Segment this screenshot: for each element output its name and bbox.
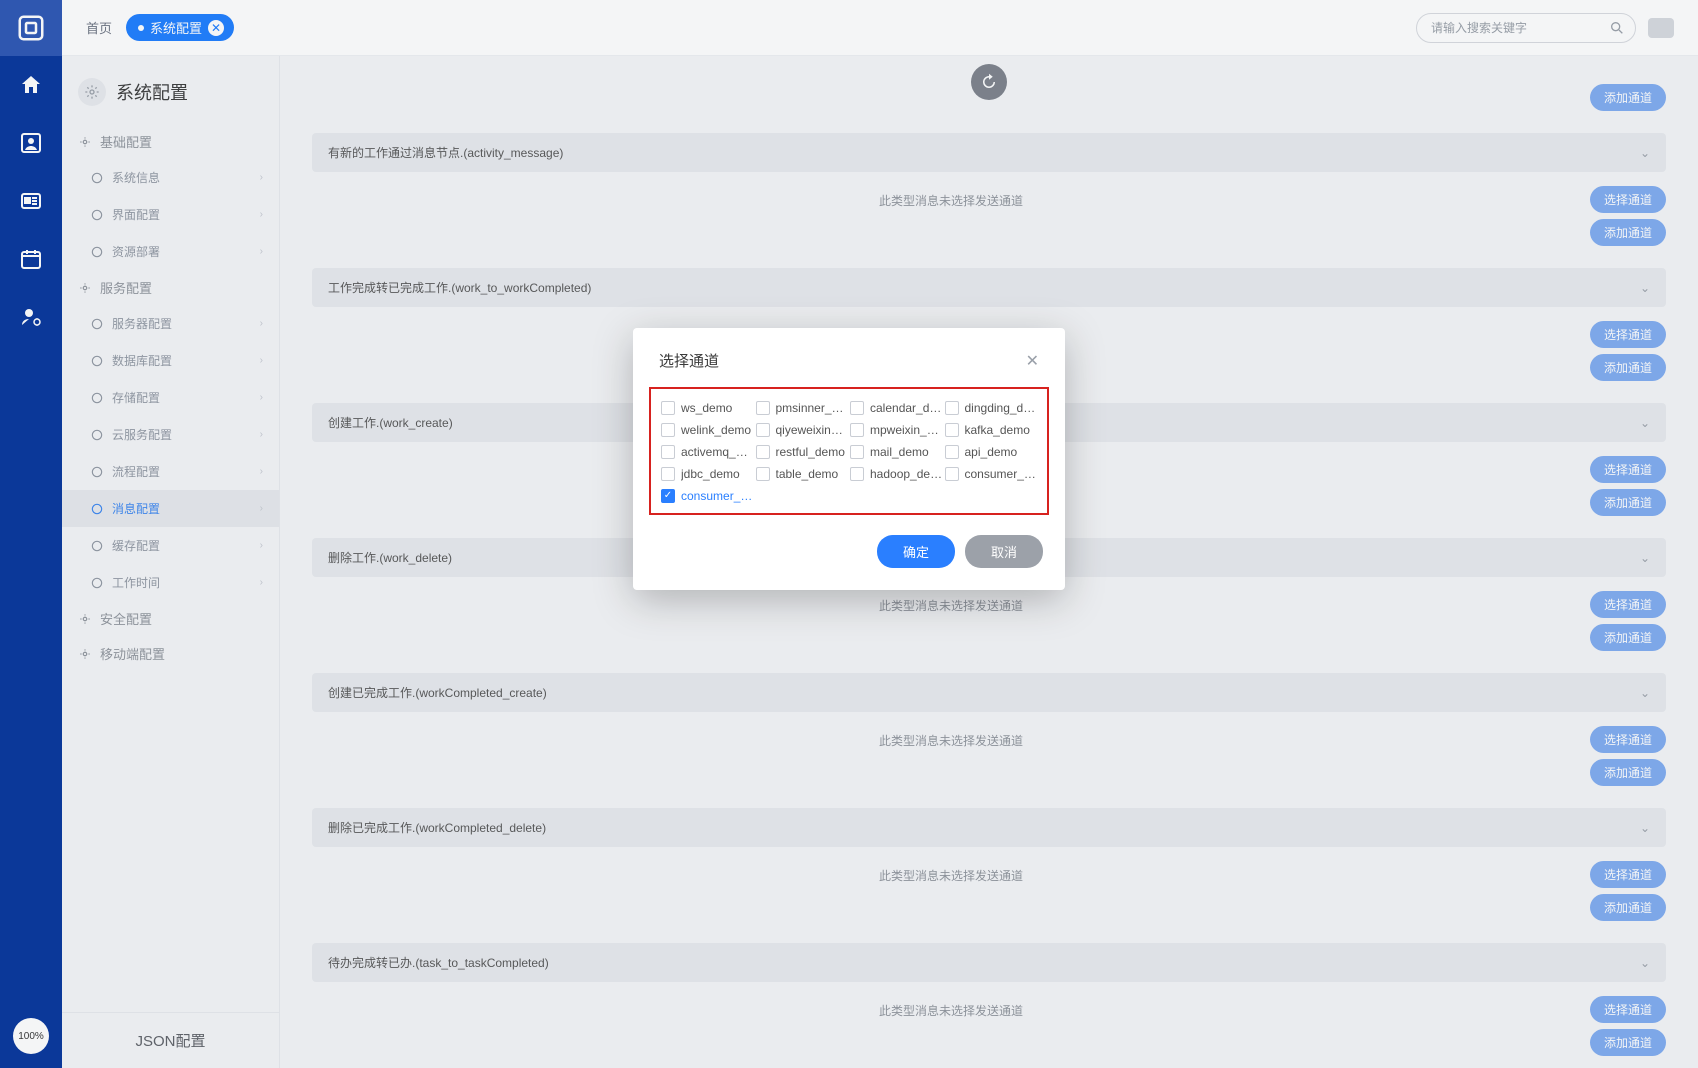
channel-checkbox[interactable]: activemq_demo — [661, 445, 754, 459]
checkbox-icon — [661, 401, 675, 415]
channel-checkbox[interactable]: ws_demo — [661, 401, 754, 415]
checkbox-icon — [945, 401, 959, 415]
checkbox-icon — [945, 467, 959, 481]
channel-checkbox[interactable]: dingding_demo — [945, 401, 1038, 415]
modal-body-highlight: ws_demopmsinner_democalendar_demodingdin… — [649, 387, 1049, 515]
channel-checkbox[interactable]: table_demo — [756, 467, 849, 481]
checkbox-icon — [756, 445, 770, 459]
checkbox-icon — [756, 467, 770, 481]
channel-checkbox[interactable]: pmsinner_demo — [756, 401, 849, 415]
checkbox-icon — [756, 401, 770, 415]
modal-overlay: 选择通道 ✕ ws_demopmsinner_democalendar_demo… — [0, 0, 1698, 1068]
checkbox-icon — [850, 401, 864, 415]
channel-checkbox[interactable]: api_demo — [945, 445, 1038, 459]
channel-checkbox[interactable]: qiyeweixin_demo — [756, 423, 849, 437]
channel-checkbox[interactable]: hadoop_demo — [850, 467, 943, 481]
checkbox-icon — [661, 489, 675, 503]
checkbox-icon — [945, 423, 959, 437]
channel-checkbox[interactable]: jdbc_demo — [661, 467, 754, 481]
modal-ok-button[interactable]: 确定 — [877, 535, 955, 568]
checkbox-icon — [850, 445, 864, 459]
channel-checkbox[interactable]: kafka_demo — [945, 423, 1038, 437]
channel-checkbox[interactable]: mpweixin_demo — [850, 423, 943, 437]
modal-close-icon[interactable]: ✕ — [1026, 351, 1039, 371]
checkbox-icon — [850, 423, 864, 437]
channel-checkbox[interactable]: restful_demo — [756, 445, 849, 459]
channel-checkbox[interactable]: calendar_demo — [850, 401, 943, 415]
checkbox-icon — [661, 467, 675, 481]
select-channel-modal: 选择通道 ✕ ws_demopmsinner_democalendar_demo… — [633, 328, 1065, 590]
checkbox-icon — [661, 423, 675, 437]
channel-checkbox[interactable]: mail_demo — [850, 445, 943, 459]
modal-title: 选择通道 — [659, 350, 719, 371]
checkbox-icon — [661, 445, 675, 459]
modal-cancel-button[interactable]: 取消 — [965, 535, 1043, 568]
channel-checkbox[interactable]: consumer_mail — [945, 467, 1038, 481]
checkbox-icon — [945, 445, 959, 459]
checkbox-icon — [850, 467, 864, 481]
channel-checkbox[interactable]: welink_demo — [661, 423, 754, 437]
checkbox-icon — [756, 423, 770, 437]
channel-checkbox[interactable]: consumer_jdbc — [661, 489, 754, 503]
